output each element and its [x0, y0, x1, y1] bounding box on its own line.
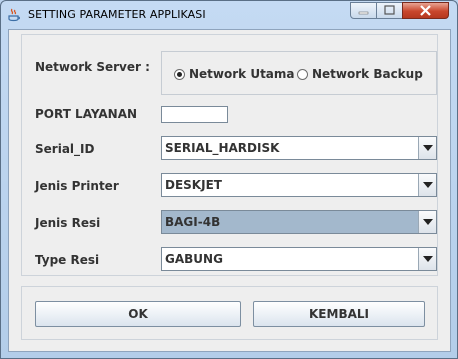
chevron-down-icon[interactable]: [418, 174, 436, 196]
network-server-group: Network Utama Network Backup: [161, 51, 437, 95]
minimize-button[interactable]: [350, 2, 377, 19]
ok-button[interactable]: OK: [35, 301, 241, 327]
close-button[interactable]: [402, 2, 449, 19]
type-resi-dropdown[interactable]: GABUNG: [161, 247, 437, 271]
type-resi-value: GABUNG: [165, 252, 223, 266]
window-title: SETTING PARAMETER APPLIKASI: [28, 8, 206, 21]
close-icon: [420, 5, 431, 16]
jenis-resi-value: BAGI-4B: [165, 215, 221, 229]
jenis-resi-dropdown[interactable]: BAGI-4B: [161, 210, 437, 234]
radio-label-network-utama: Network Utama: [189, 67, 295, 81]
radio-network-backup[interactable]: Network Backup: [297, 67, 423, 81]
serial-id-value: SERIAL_HARDISK: [165, 141, 280, 155]
chevron-down-icon[interactable]: [418, 248, 436, 270]
network-server-label: Network Server :: [35, 60, 150, 74]
chevron-down-icon[interactable]: [418, 137, 436, 159]
jenis-printer-value: DESKJET: [165, 178, 222, 192]
jenis-resi-label: Jenis Resi: [35, 216, 101, 230]
port-layanan-label: PORT LAYANAN: [35, 107, 138, 121]
minimize-icon: [358, 11, 369, 15]
radio-label-network-backup: Network Backup: [312, 67, 423, 81]
radio-network-utama[interactable]: Network Utama: [174, 67, 295, 81]
settings-panel: Network Server : Network Utama Network B…: [21, 34, 438, 276]
chevron-down-icon[interactable]: [418, 211, 436, 233]
jenis-printer-label: Jenis Printer: [35, 179, 119, 193]
title-bar[interactable]: SETTING PARAMETER APPLIKASI: [1, 1, 457, 29]
port-layanan-input[interactable]: [161, 106, 228, 123]
serial-id-label: Serial_ID: [35, 142, 95, 156]
java-icon: [8, 8, 20, 22]
maximize-button[interactable]: [376, 2, 403, 19]
jenis-printer-dropdown[interactable]: DESKJET: [161, 173, 437, 197]
type-resi-label: Type Resi: [35, 253, 100, 267]
dialog-window: SETTING PARAMETER APPLIKASI Network Serv…: [0, 0, 458, 359]
maximize-icon: [384, 5, 395, 15]
serial-id-dropdown[interactable]: SERIAL_HARDISK: [161, 136, 437, 160]
radio-selected-icon: [174, 68, 185, 80]
kembali-button[interactable]: KEMBALI: [253, 301, 425, 327]
button-panel: OK KEMBALI: [21, 286, 438, 340]
dialog-content: Network Server : Network Utama Network B…: [8, 29, 451, 352]
radio-unselected-icon: [297, 68, 308, 80]
